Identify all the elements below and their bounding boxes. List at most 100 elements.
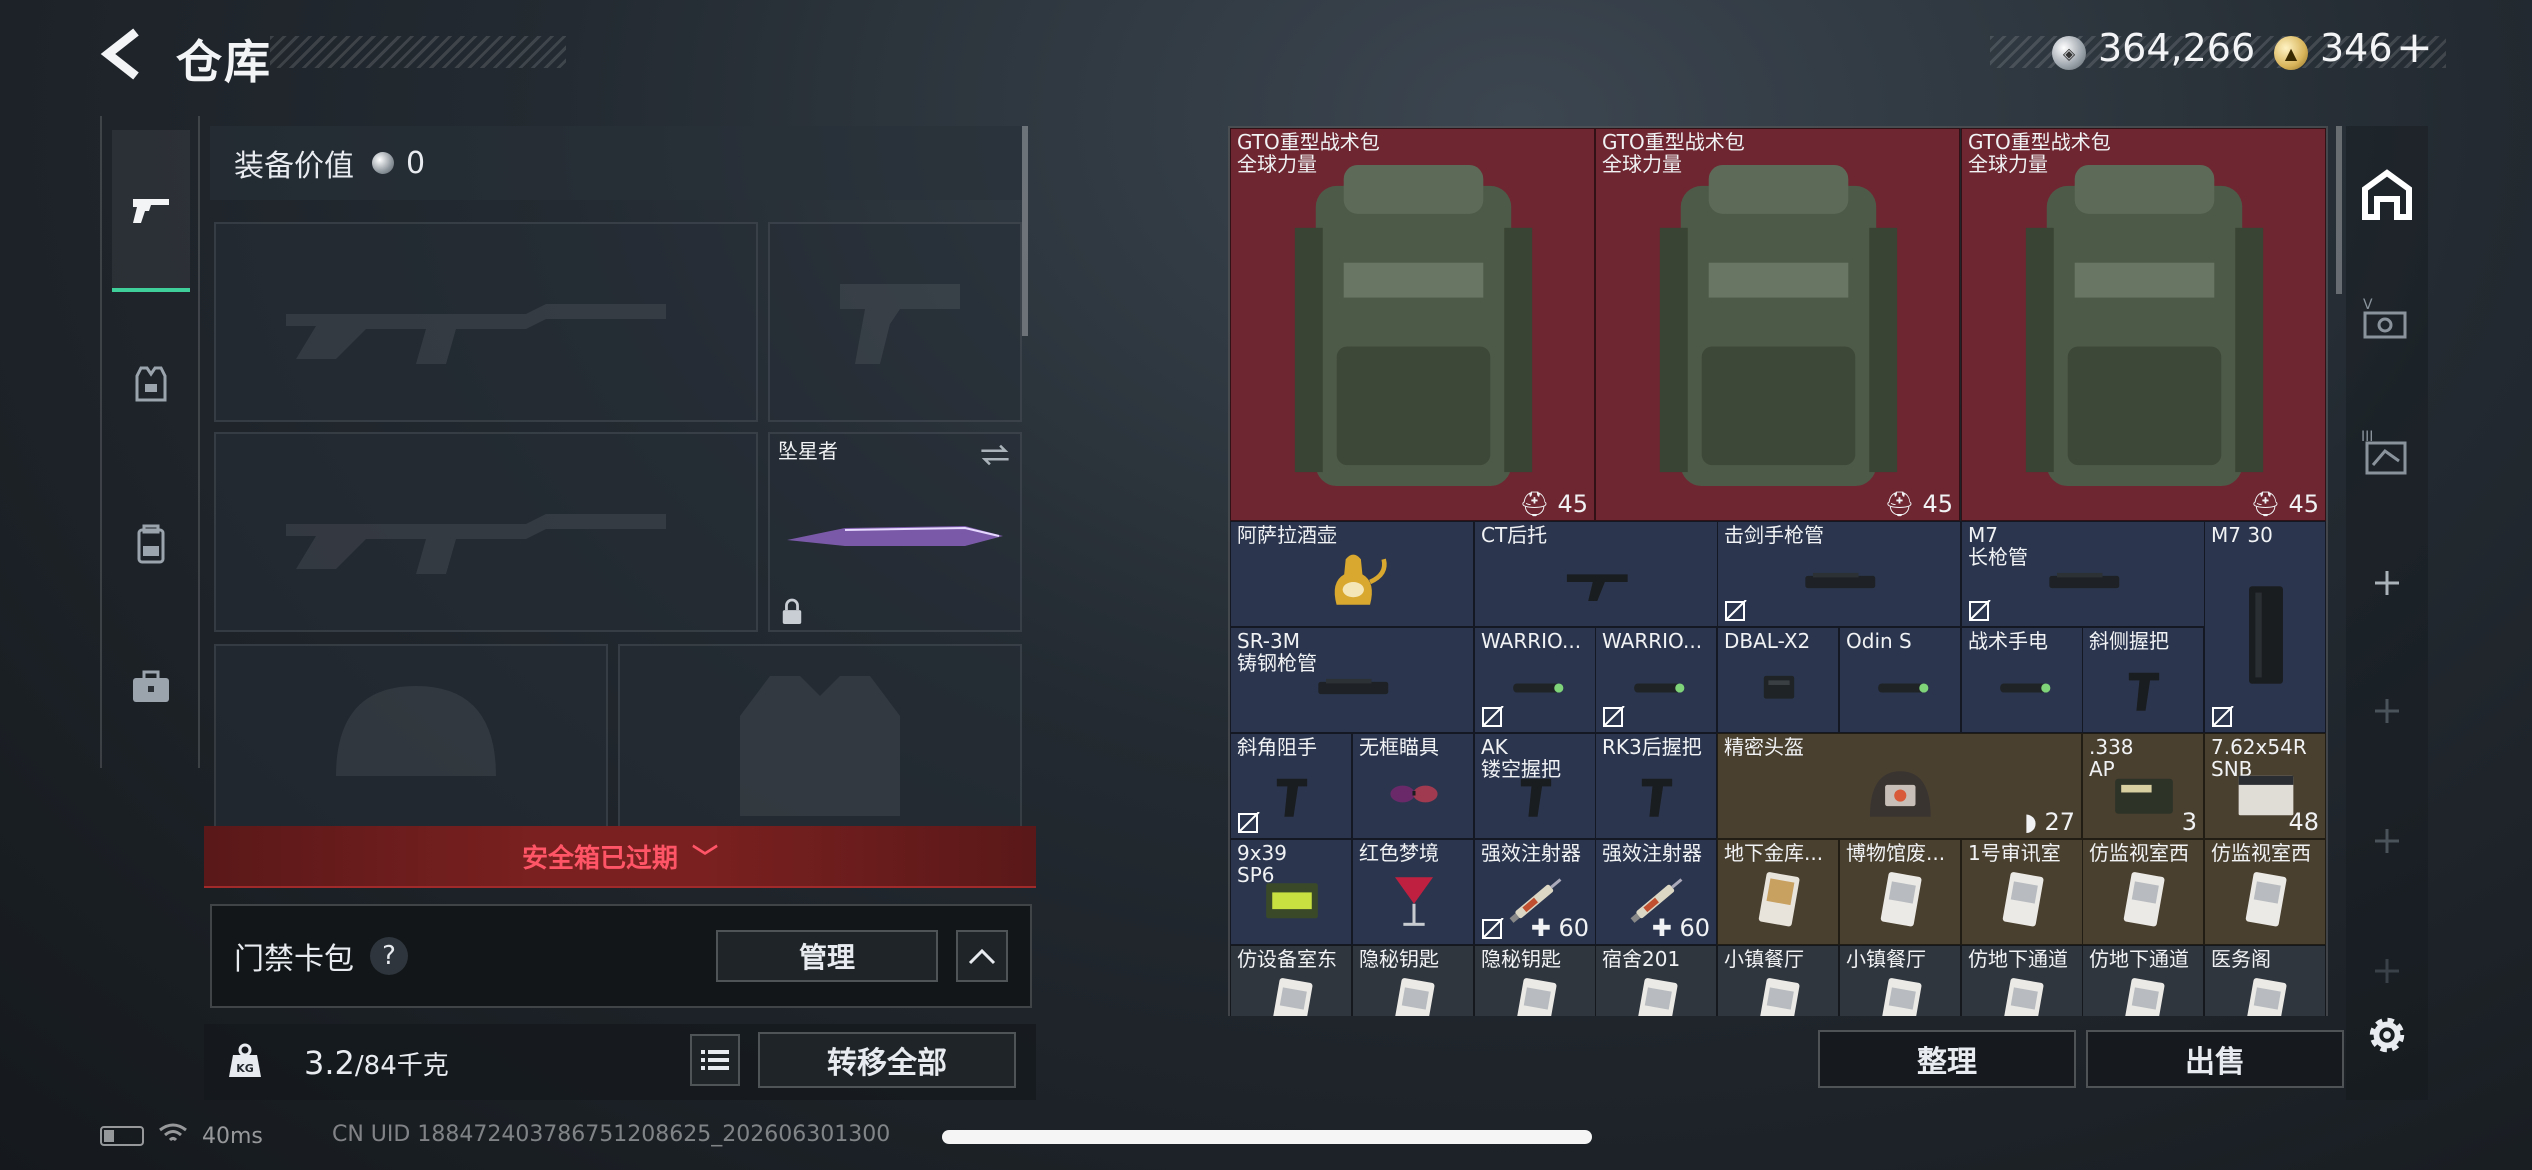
inventory-item[interactable]: GTO重型战术包 全球力量 ⛑ 45 — [1230, 128, 1595, 521]
item-name: 仿监视室西 — [2211, 841, 2311, 865]
transfer-all-button[interactable]: 转移全部 — [758, 1032, 1016, 1088]
inventory-item[interactable]: 博物馆废... — [1839, 839, 1961, 945]
list-icon — [701, 1050, 729, 1070]
rifle-silhouette-icon — [286, 304, 666, 364]
back-button[interactable] — [98, 26, 146, 82]
inventory-item[interactable]: 1号审讯室 — [1961, 839, 2083, 945]
inventory-item[interactable]: WARRIO... — [1595, 627, 1717, 733]
battery-icon — [100, 1126, 144, 1146]
item-name: WARRIO... — [1602, 629, 1703, 653]
inventory-item[interactable]: 强效注射器 ✚ 60 — [1595, 839, 1717, 945]
backpack-count-icon: ⛑ — [1519, 490, 1558, 518]
add-warehouse-button[interactable] — [2352, 548, 2422, 618]
item-name: DBAL-X2 — [1724, 629, 1811, 653]
list-view-button[interactable] — [690, 1034, 740, 1086]
tab-backpack[interactable] — [112, 464, 190, 624]
briefcase-icon — [133, 670, 169, 702]
item-name: GTO重型战术包 — [1602, 130, 1745, 154]
inventory-item[interactable]: 9x39 SP6 — [1230, 839, 1352, 945]
inventory-item[interactable]: DBAL-X2 — [1717, 627, 1839, 733]
inventory-item[interactable]: 击剑手枪管 — [1717, 521, 1961, 627]
armor-slot[interactable] — [618, 644, 1022, 826]
tab-supplies[interactable] — [112, 606, 190, 766]
melee-name: 坠星者 — [778, 439, 838, 463]
inventory-item[interactable]: WARRIO... — [1474, 627, 1596, 733]
equipment-scrollbar[interactable] — [1022, 126, 1028, 336]
pistol-slot[interactable] — [768, 222, 1022, 422]
helmet-slot[interactable] — [214, 644, 608, 826]
item-name: 9x39 — [1237, 841, 1288, 865]
inventory-item[interactable]: 仿监视室西 — [2082, 839, 2204, 945]
inventory-item[interactable]: GTO重型战术包 全球力量 ⛑ 45 — [1595, 128, 1960, 521]
locked-warehouse-slot — [2352, 806, 2422, 876]
tab-weapon[interactable] — [112, 130, 190, 292]
add-icon-disabled — [2375, 699, 2399, 723]
inventory-item[interactable]: 小镇餐厅 — [1717, 945, 1839, 1016]
inventory-item[interactable]: 强效注射器 ✚ 60 — [1474, 839, 1596, 945]
inventory-item[interactable]: 医务阁 — [2204, 945, 2326, 1016]
inventory-item[interactable]: 红色梦境 — [1352, 839, 1474, 945]
warehouse-tab-3[interactable]: III — [2352, 418, 2422, 488]
inventory-item[interactable]: 隐秘钥匙 — [1474, 945, 1596, 1016]
inventory-item[interactable]: Odin S — [1839, 627, 1961, 733]
item-count-value: 45 — [2288, 490, 2319, 518]
add-currency-button[interactable]: + — [2396, 22, 2433, 73]
item-name: WARRIO... — [1481, 629, 1582, 653]
inventory-item[interactable]: 7.62x54R SNB 48 — [2204, 733, 2326, 839]
inventory-item[interactable]: M7 长枪管 — [1961, 521, 2205, 627]
help-icon[interactable]: ? — [370, 937, 408, 975]
inventory-item[interactable]: 斜侧握把 — [2082, 627, 2204, 733]
home-indicator[interactable] — [942, 1130, 1592, 1144]
inventory-item[interactable]: 斜角阻手 — [1230, 733, 1352, 839]
inventory-scrollbar[interactable] — [2336, 126, 2342, 294]
laser-module-icon — [1763, 675, 1795, 699]
inventory-item[interactable]: AK 镂空握把 — [1474, 733, 1596, 839]
warehouse-3-icon: III — [2361, 429, 2407, 475]
inventory-item[interactable]: 小镇餐厅 — [1839, 945, 1961, 1016]
inventory-item[interactable]: RK3后握把 — [1595, 733, 1717, 839]
inventory-item[interactable]: 精密头盔 ◗ 27 — [1717, 733, 2082, 839]
item-name: 隐秘钥匙 — [1359, 947, 1439, 971]
item-name: 强效注射器 — [1602, 841, 1702, 865]
tab-armor[interactable] — [112, 304, 190, 464]
warehouse-2-icon: V — [2363, 297, 2407, 339]
inventory-item[interactable]: .338 AP 3 — [2082, 733, 2204, 839]
warehouse-tab-1[interactable] — [2352, 160, 2422, 230]
helmet-icon — [1870, 771, 1931, 817]
manage-button[interactable]: 管理 — [716, 930, 938, 982]
inventory-item[interactable]: 战术手电 — [1961, 627, 2083, 733]
swap-icon[interactable] — [978, 442, 1012, 468]
inventory-item[interactable]: 宿舍201 — [1595, 945, 1717, 1016]
inventory-item[interactable]: 地下金库... — [1717, 839, 1839, 945]
primary-weapon-slot[interactable] — [214, 222, 758, 422]
safe-box-expired-banner[interactable]: 安全箱已过期 ﹀ — [204, 826, 1036, 888]
inventory-item[interactable]: 隐秘钥匙 — [1352, 945, 1474, 1016]
inventory-item[interactable]: 仿地下通道 — [2082, 945, 2204, 1016]
inventory-item[interactable]: 仿地下通道 — [1961, 945, 2083, 1016]
item-name: .338 — [2089, 735, 2134, 759]
inventory-item[interactable]: GTO重型战术包 全球力量 ⛑ 45 — [1961, 128, 2326, 521]
category-tabs — [100, 116, 200, 768]
inventory-item[interactable]: M7 30 — [2204, 521, 2326, 733]
chevron-down-icon: ﹀ — [692, 843, 719, 874]
keycard-icon — [1758, 978, 1800, 1016]
inventory-item[interactable]: 阿萨拉酒壶 — [1230, 521, 1474, 627]
inventory-item[interactable]: CT后托 — [1474, 521, 1718, 627]
inventory-item[interactable]: 无框瞄具 — [1352, 733, 1474, 839]
expand-button[interactable] — [956, 930, 1008, 982]
tidy-button[interactable]: 整理 — [1818, 1030, 2076, 1088]
svg-text:V: V — [2363, 297, 2373, 313]
inventory-item[interactable]: SR-3M 铸钢枪管 — [1230, 627, 1474, 733]
warehouse-tab-2[interactable]: V — [2352, 286, 2422, 356]
keycard-icon — [1271, 978, 1313, 1016]
inventory-item[interactable]: 仿监视室西 — [2204, 839, 2326, 945]
sell-button[interactable]: 出售 — [2086, 1030, 2344, 1088]
keycard-icon — [2002, 978, 2044, 1016]
melee-slot[interactable]: 坠星者 — [768, 432, 1022, 632]
status-bar: 40ms — [100, 1122, 263, 1150]
secondary-weapon-slot[interactable] — [214, 432, 758, 632]
settings-button[interactable] — [2352, 1000, 2422, 1070]
item-name: M7 — [1968, 523, 1998, 547]
inventory-item[interactable]: 仿设备室东 — [1230, 945, 1352, 1016]
item-name: CT后托 — [1481, 523, 1548, 547]
